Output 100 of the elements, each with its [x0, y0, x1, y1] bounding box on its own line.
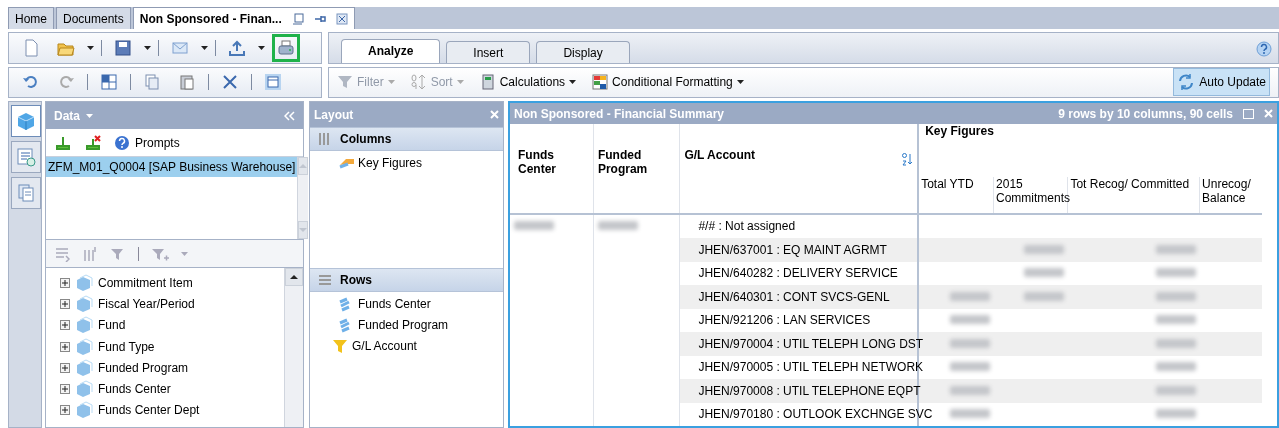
caret-icon: [387, 80, 395, 85]
up-arrow-icon[interactable]: [290, 274, 298, 280]
cube-icon: [16, 111, 36, 131]
ribbon-tab[interactable]: Insert: [446, 40, 531, 63]
save-icon[interactable]: [114, 38, 132, 57]
new-document-icon[interactable]: [22, 38, 40, 57]
print-icon[interactable]: [277, 38, 295, 57]
print-button[interactable]: [272, 33, 300, 62]
column-header[interactable]: Funded Program: [597, 148, 676, 176]
scrollbar[interactable]: [284, 268, 303, 427]
dimension-icon: [75, 273, 93, 292]
remove-icon[interactable]: [84, 134, 102, 151]
table-cell: #/# : Not assigned: [698, 219, 796, 234]
field-item[interactable]: Fund: [98, 318, 126, 333]
expand-icon[interactable]: [60, 277, 70, 288]
expand-icon[interactable]: [60, 320, 70, 331]
side-tab[interactable]: [11, 177, 41, 209]
caret-icon: [456, 80, 464, 85]
table-icon[interactable]: [264, 73, 282, 92]
layout-item[interactable]: Key Figures: [358, 156, 423, 170]
side-tab[interactable]: [11, 141, 41, 173]
copy-icon[interactable]: [143, 73, 161, 92]
ribbon-tab[interactable]: Display: [536, 40, 630, 63]
table-cell: JHEN/921206 : LAN SERVICES: [698, 313, 871, 328]
caret-icon[interactable]: [258, 45, 265, 50]
dimension-icon: [75, 316, 93, 335]
ribbon-tab[interactable]: Analyze: [341, 38, 441, 63]
export-icon[interactable]: [228, 38, 246, 57]
column-group-header: Key Figures: [925, 124, 994, 138]
column-header[interactable]: Tot Recog/ Committed: [1070, 176, 1198, 191]
filter-icon: [337, 74, 353, 91]
table-cell: JHEN/970004 : UTIL TELEPH LONG DST: [698, 336, 924, 351]
layout-item[interactable]: G/L Account: [352, 339, 417, 353]
columns-icon: [318, 132, 332, 146]
sort-icon[interactable]: [902, 152, 914, 166]
restore-icon[interactable]: [291, 12, 304, 25]
column-header[interactable]: Total YTD: [921, 176, 992, 191]
document-tab[interactable]: Non Sponsored - Finan...: [132, 7, 355, 29]
expand-icon[interactable]: [60, 341, 70, 352]
table-cell: JHEN/640282 : DELIVERY SERVICE: [698, 266, 898, 281]
maximize-icon[interactable]: [1243, 108, 1254, 119]
sort-icon: [410, 74, 427, 91]
caret-icon: [736, 80, 744, 85]
side-tab[interactable]: [11, 105, 41, 137]
expand-icon[interactable]: [60, 362, 70, 373]
document-tab[interactable]: Documents: [56, 7, 131, 29]
caret-icon[interactable]: [144, 45, 151, 50]
field-item[interactable]: Fiscal Year/Period: [98, 296, 195, 311]
field-item[interactable]: Funds Center Dept: [98, 403, 200, 418]
dimension-icon: [75, 401, 93, 420]
data-source-item[interactable]: ZFM_M01_Q0004 [SAP Business Warehouse]: [46, 157, 298, 177]
expand-icon[interactable]: [60, 405, 70, 416]
expand-icon[interactable]: [60, 384, 70, 395]
calculator-icon: [479, 74, 496, 91]
field-item[interactable]: Funds Center: [98, 382, 171, 397]
layout-item[interactable]: Funds Center: [358, 297, 431, 311]
add-icon[interactable]: [54, 134, 72, 151]
table-cell: JHEN/970180 : OUTLOOK EXCHNGE SVC: [698, 407, 933, 422]
layout-item[interactable]: Funded Program: [358, 318, 449, 332]
caret-icon[interactable]: [201, 45, 208, 50]
panel-title: Layout: [314, 107, 354, 122]
list-arrow-icon[interactable]: [54, 245, 70, 262]
column-header[interactable]: Unrecog/ Balance: [1202, 176, 1260, 205]
table-cell: JHEN/640301 : CONT SVCS-GENL: [698, 289, 890, 304]
caret-icon[interactable]: [87, 45, 94, 50]
list-icon: [16, 147, 36, 167]
paste-icon[interactable]: [178, 73, 196, 92]
cell-count-label: 9 rows by 10 columns, 90 cells: [1058, 106, 1233, 121]
dimension-icon: [75, 337, 93, 356]
filter-icon: [332, 338, 348, 354]
close-icon[interactable]: [335, 12, 348, 25]
table-cell: JHEN/637001 : EQ MAINT AGRMT: [698, 242, 887, 257]
color-grid-icon: [592, 74, 609, 91]
expand-icon[interactable]: [60, 298, 70, 309]
field-item[interactable]: Funded Program: [98, 360, 189, 375]
help-icon[interactable]: [1256, 41, 1272, 57]
caret-icon: [569, 80, 577, 85]
table-cell: JHEN/970005 : UTIL TELEPH NETWORK: [698, 360, 924, 375]
column-header[interactable]: G/L Account: [684, 148, 914, 162]
ribbon-button[interactable]: Conditional Formatting: [592, 74, 744, 91]
collapse-icon[interactable]: [284, 110, 295, 121]
documents-icon: [16, 183, 36, 203]
report-title: Non Sponsored - Financial Summary: [514, 106, 725, 121]
dimension-icon: [75, 358, 93, 377]
swap-axes-icon[interactable]: [100, 73, 118, 92]
auto-update-button[interactable]: Auto Update: [1173, 68, 1270, 97]
section-title: Rows: [340, 273, 372, 287]
prompts-button[interactable]: Prompts: [114, 134, 180, 151]
column-header[interactable]: Funds Center: [518, 148, 589, 176]
ribbon-button[interactable]: Calculations: [479, 74, 577, 91]
tab-label[interactable]: Non Sponsored - Finan...: [139, 11, 282, 26]
table-cell: JHEN/970008 : UTIL TELEPHONE EQPT: [698, 383, 921, 398]
document-tab[interactable]: Home: [8, 7, 54, 29]
dimension-icon: [75, 294, 93, 313]
field-item[interactable]: Commitment Item: [98, 275, 193, 290]
field-item[interactable]: Fund Type: [98, 339, 155, 354]
help-icon: [114, 134, 130, 151]
dimension-icon: [75, 380, 93, 399]
rows-icon: [318, 273, 332, 287]
section-title: Columns: [340, 132, 392, 146]
